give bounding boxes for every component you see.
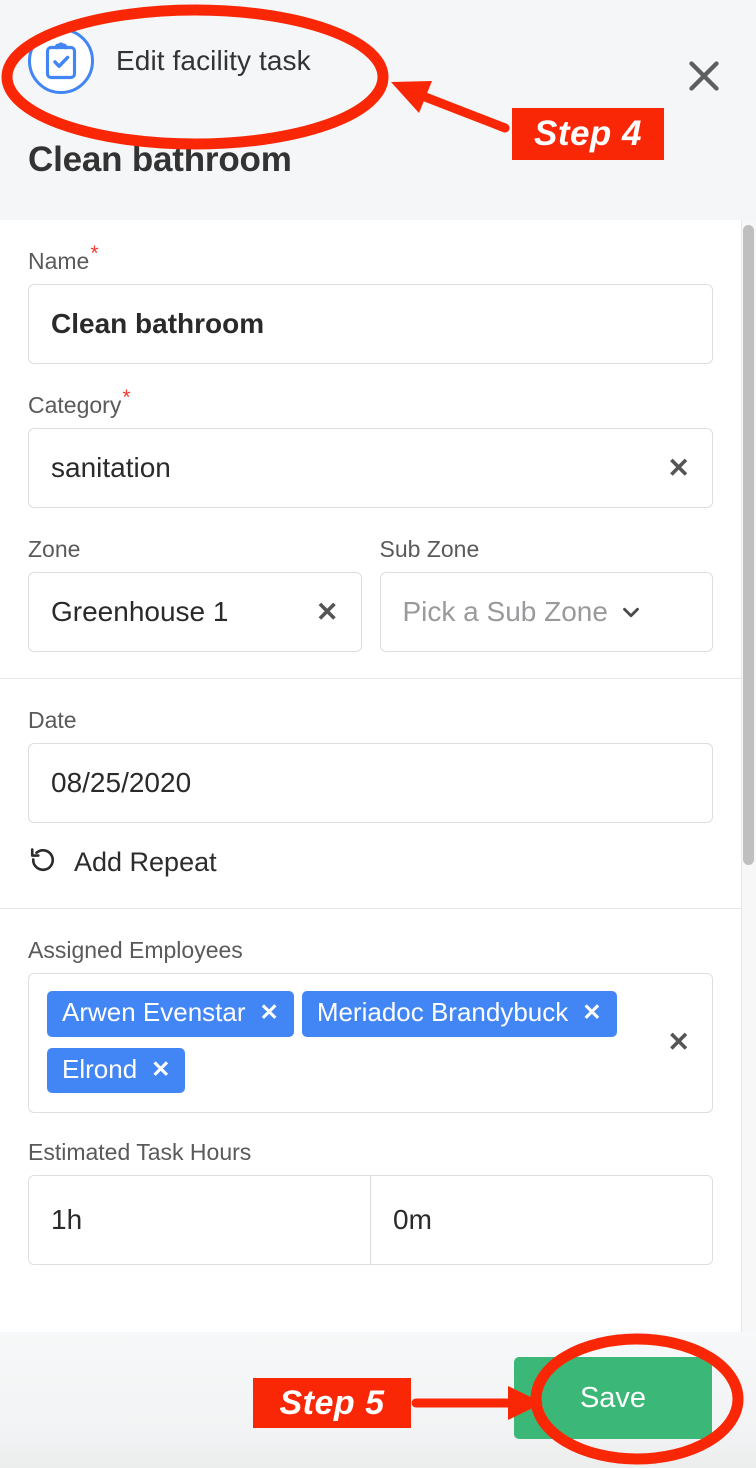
- minutes-input-value: 0m: [393, 1204, 432, 1235]
- field-name: Name* Clean bathroom: [28, 243, 713, 364]
- chips-container: Arwen Evenstar ✕ Meriadoc Brandybuck ✕ E…: [47, 990, 651, 1094]
- category-label-text: Category: [28, 392, 122, 418]
- add-repeat-label: Add Repeat: [74, 847, 217, 877]
- sub-zone-placeholder: Pick a Sub Zone: [402, 596, 608, 628]
- field-estimated-task-hours: Estimated Task Hours 1h 0m: [28, 1139, 713, 1265]
- employee-chip[interactable]: Arwen Evenstar ✕: [47, 990, 294, 1037]
- sub-zone-select[interactable]: Pick a Sub Zone: [379, 572, 713, 652]
- employee-chip-label: Arwen Evenstar: [62, 996, 246, 1027]
- close-icon[interactable]: ✕: [661, 1027, 696, 1058]
- clipboard-check-icon: [28, 28, 94, 94]
- estimated-task-hours-inputs: 1h 0m: [28, 1175, 713, 1265]
- close-icon[interactable]: ✕: [657, 453, 690, 484]
- name-input[interactable]: Clean bathroom: [28, 284, 713, 364]
- section-assignment: Assigned Employees Arwen Evenstar ✕ Meri…: [0, 909, 741, 1265]
- zone-label: Zone: [28, 536, 81, 562]
- field-zone: Zone Greenhouse 1 ✕: [28, 536, 362, 652]
- zone-input[interactable]: Greenhouse 1 ✕: [28, 572, 362, 652]
- modal-header: Edit facility task Clean bathroom: [0, 0, 756, 220]
- close-icon[interactable]: ✕: [151, 1056, 170, 1082]
- estimated-task-hours-label: Estimated Task Hours: [28, 1139, 252, 1165]
- section-date: Date 08/25/2020 Add Repeat: [0, 679, 741, 908]
- category-input-value: sanitation: [51, 452, 171, 483]
- sub-zone-label: Sub Zone: [379, 536, 480, 562]
- name-input-value: Clean bathroom: [51, 308, 265, 339]
- assigned-employees-input[interactable]: Arwen Evenstar ✕ Meriadoc Brandybuck ✕ E…: [28, 973, 713, 1113]
- date-input-value: 08/25/2020: [51, 767, 192, 798]
- modal-kicker: Edit facility task: [116, 45, 311, 76]
- close-icon[interactable]: ✕: [306, 597, 339, 628]
- close-icon[interactable]: ✕: [582, 999, 601, 1025]
- scrollbar-thumb[interactable]: [743, 225, 754, 865]
- hours-input[interactable]: 1h: [29, 1176, 370, 1264]
- modal-body: Name* Clean bathroom Category* sanitatio…: [0, 220, 742, 1332]
- modal-footer: Save: [0, 1332, 756, 1468]
- edit-facility-task-modal: Edit facility task Clean bathroom Name* …: [0, 0, 756, 1468]
- hours-input-value: 1h: [51, 1204, 83, 1235]
- name-label: Name*: [28, 243, 713, 275]
- category-input[interactable]: sanitation ✕: [28, 428, 713, 508]
- header-title-row: Edit facility task: [28, 28, 311, 94]
- field-assigned-employees: Assigned Employees Arwen Evenstar ✕ Meri…: [28, 937, 713, 1113]
- field-category: Category* sanitation ✕: [28, 387, 713, 508]
- field-sub-zone: Sub Zone Pick a Sub Zone: [379, 536, 713, 652]
- assigned-employees-label: Assigned Employees: [28, 937, 243, 963]
- employee-chip-label: Meriadoc Brandybuck: [316, 996, 569, 1027]
- save-button[interactable]: Save: [514, 1357, 712, 1439]
- required-marker: *: [90, 242, 99, 266]
- required-marker: *: [122, 386, 131, 410]
- add-repeat-button[interactable]: Add Repeat: [28, 845, 713, 880]
- section-basic-info: Name* Clean bathroom Category* sanitatio…: [0, 220, 741, 678]
- chevron-down-icon: [618, 599, 644, 625]
- close-icon[interactable]: ✕: [260, 999, 279, 1025]
- category-label: Category*: [28, 387, 713, 419]
- page-title: Clean bathroom: [28, 140, 292, 179]
- name-label-text: Name: [28, 248, 90, 274]
- field-date: Date 08/25/2020: [28, 707, 713, 823]
- employee-chip[interactable]: Meriadoc Brandybuck ✕: [301, 990, 617, 1037]
- close-icon[interactable]: [676, 48, 732, 104]
- employee-chip[interactable]: Elrond ✕: [47, 1047, 186, 1094]
- employee-chip-label: Elrond: [62, 1053, 138, 1084]
- zone-row: Zone Greenhouse 1 ✕ Sub Zone Pick a Sub …: [28, 536, 713, 656]
- minutes-input[interactable]: 0m: [370, 1176, 712, 1264]
- zone-input-value: Greenhouse 1: [51, 596, 229, 627]
- date-input[interactable]: 08/25/2020: [28, 743, 713, 823]
- date-label: Date: [28, 707, 77, 733]
- rotate-ccw-icon: [28, 845, 58, 880]
